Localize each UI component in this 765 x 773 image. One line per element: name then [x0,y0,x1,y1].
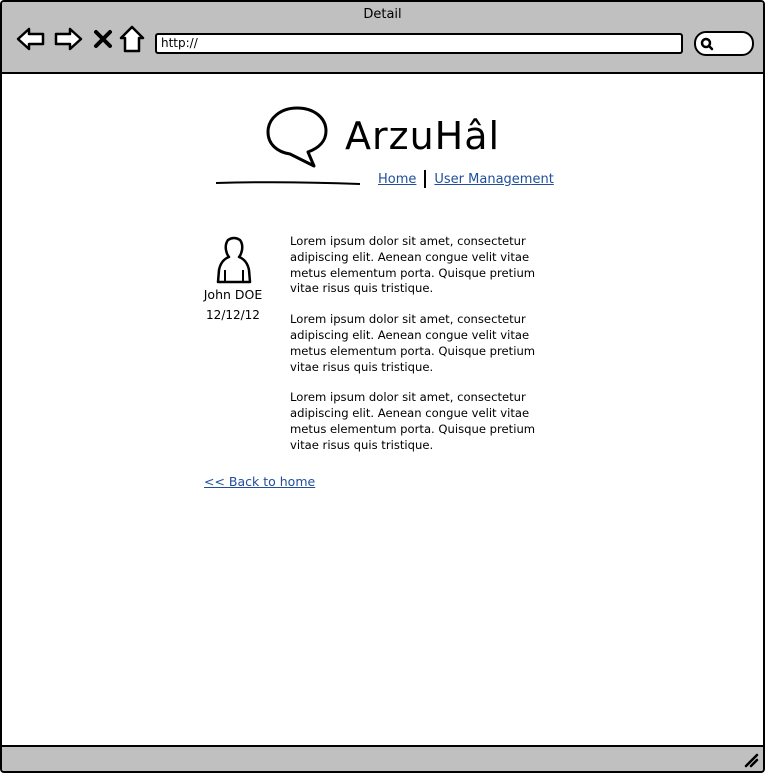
arrow-left-icon [16,27,45,51]
logo-text: ArzuHâl [345,114,501,158]
page-content: ArzuHâl Home User Management John DOE 12… [2,74,763,745]
search-button[interactable] [694,31,754,56]
window-title: Detail [363,7,402,22]
close-icon [94,30,112,48]
user-date: 12/12/12 [206,308,260,322]
status-bar [2,745,763,771]
home-button[interactable] [117,24,147,54]
header-divider [215,181,361,185]
back-button[interactable] [16,24,46,54]
nav-separator [424,170,427,188]
url-input[interactable]: http:// [155,33,683,54]
arrow-right-icon [54,27,83,51]
resize-grip-icon[interactable] [743,752,759,768]
user-avatar-icon [216,236,252,284]
search-icon [700,37,714,51]
nav-link-user-management[interactable]: User Management [434,172,553,187]
paragraph: Lorem ipsum dolor sit amet, consectetur … [290,234,536,296]
home-icon [119,25,145,53]
user-name: John DOE [203,287,263,302]
title-bar: Detail http:// [2,2,763,74]
forward-button[interactable] [53,24,83,54]
speech-bubble-icon [266,106,328,168]
paragraph: Lorem ipsum dolor sit amet, consectetur … [290,390,536,452]
back-to-home-link[interactable]: << Back to home [204,474,315,489]
nav-link-home[interactable]: Home [378,172,416,187]
detail-text: Lorem ipsum dolor sit amet, consectetur … [290,234,545,469]
stop-button[interactable] [88,24,118,54]
top-nav: Home User Management [378,169,554,189]
paragraph: Lorem ipsum dolor sit amet, consectetur … [290,312,536,374]
browser-window: Detail http:// ArzuHâl Home User Managem… [0,0,765,773]
